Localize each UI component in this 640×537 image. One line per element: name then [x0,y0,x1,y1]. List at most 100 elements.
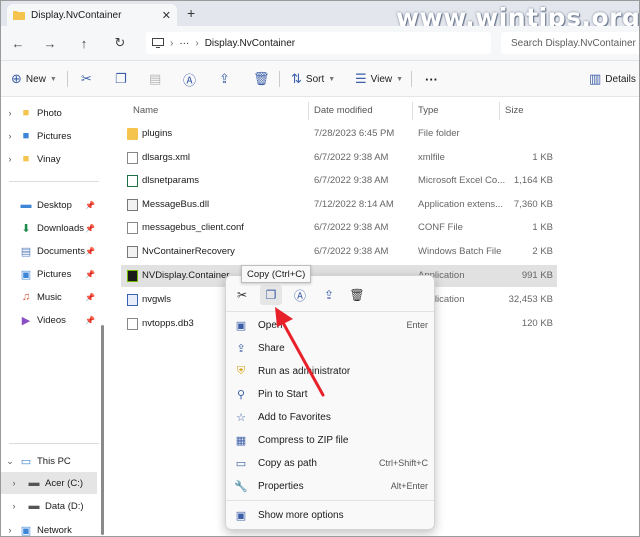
sidebar-item-photo[interactable]: › ■ Photo [1,102,105,124]
chevron-right-icon: › [12,478,16,488]
pictures-icon: ▣ [20,268,32,281]
star-icon: ☆ [236,411,246,424]
file-row[interactable]: plugins 7/28/2023 6:45 PM File folder [121,123,557,145]
sidebar-item-desktop[interactable]: ▬ Desktop 📌 [1,194,105,216]
forward-arrow-icon[interactable]: → [39,33,61,53]
sidebar-item-pictures-pinned[interactable]: ▣ Pictures 📌 [1,263,105,285]
tab-display-nvcontainer[interactable]: Display.NvContainer ✕ [7,4,177,26]
computer-icon: ▭ [20,455,32,468]
context-item-pin-to-start[interactable]: ⚲ Pin to Start [232,383,428,405]
divider [9,181,99,182]
column-header-size[interactable]: Size [505,105,523,116]
divider [9,443,99,444]
close-tab-icon[interactable]: ✕ [162,9,171,22]
column-divider[interactable] [499,102,500,120]
copy-button[interactable]: ❐ [115,69,131,89]
column-header-name[interactable]: Name [133,105,158,116]
pin-icon: 📌 [85,223,95,233]
chevron-right-icon: › [12,501,16,511]
sort-button[interactable]: ⇅ Sort ▼ [291,69,335,89]
copy-icon[interactable]: ❐ [260,285,282,305]
context-item-compress-zip[interactable]: ▦ Compress to ZIP file [232,429,428,451]
file-row[interactable]: NvContainerRecovery 6/7/2022 9:38 AM Win… [121,241,557,263]
new-tab-button[interactable]: + [187,5,195,21]
rename-button[interactable]: Ⓐ [183,69,200,89]
context-item-shortcut: Enter [406,320,428,330]
context-item-label: Properties [258,480,304,492]
sidebar-item-label: Data (D:) [45,500,84,512]
file-date: 6/7/2022 9:38 AM [314,175,389,186]
context-item-properties[interactable]: 🔧 Properties Alt+Enter [232,475,428,497]
view-button[interactable]: ☰ View ▼ [355,69,403,89]
chevron-down-icon: ⌄ [6,455,14,466]
sidebar-item-acer-c[interactable]: › ▬ Acer (C:) [1,472,97,494]
column-header-date[interactable]: Date modified [314,105,373,116]
trash-icon: 🗑 [253,71,270,86]
trash-icon[interactable]: 🗑 [346,285,368,305]
file-row[interactable]: messagebus_client.conf 6/7/2022 9:38 AM … [121,217,557,239]
file-size: 2 KB [532,246,553,257]
sidebar-item-vinay[interactable]: › ■ Vinay [1,148,105,170]
column-divider[interactable] [308,102,309,120]
file-name: NvContainerRecovery [142,246,235,257]
context-item-label: Pin to Start [258,388,308,400]
file-size: 1 KB [532,152,553,163]
file-type: Windows Batch File [418,246,502,257]
address-box[interactable]: › ··· › Display.NvContainer [146,32,491,54]
new-button[interactable]: ⊕ New ▼ [11,69,57,89]
share-button[interactable]: ⇪ [219,69,234,89]
file-row[interactable]: MessageBus.dll 7/12/2022 8:14 AM Applica… [121,194,557,216]
sort-icon: ⇅ [291,71,302,86]
share-icon[interactable]: ⇪ [318,285,340,305]
address-path[interactable]: Display.NvContainer [205,38,295,49]
sidebar-item-music[interactable]: ♫ Music 📌 [1,286,105,308]
context-item-label: Add to Favorites [258,411,331,423]
file-row[interactable]: dlsnetparams 6/7/2022 9:38 AM Microsoft … [121,170,557,192]
file-date: 7/28/2023 6:45 PM [314,128,395,139]
pin-icon: 📌 [85,269,95,279]
search-placeholder: Search Display.NvContainer [511,37,636,49]
sidebar-item-data-d[interactable]: › ▬ Data (D:) [1,495,105,517]
context-item-add-to-favorites[interactable]: ☆ Add to Favorites [232,406,428,428]
column-divider[interactable] [412,102,413,120]
cut-button[interactable]: ✂ [81,69,96,89]
delete-button[interactable]: 🗑 [253,69,274,89]
file-row[interactable]: dlsargs.xml 6/7/2022 9:38 AM xmlfile 1 K… [121,147,557,169]
sidebar-item-label: Photo [37,107,62,119]
search-input[interactable]: Search Display.NvContainer [501,32,639,54]
share-icon: ⇪ [219,71,230,86]
sidebar-item-label: This PC [37,455,71,467]
context-item-open[interactable]: ▣ Open Enter [232,314,428,336]
sidebar-item-pictures[interactable]: › ■ Pictures [1,125,105,147]
sidebar-item-network[interactable]: › ▣ Network [1,519,105,537]
sidebar-item-documents[interactable]: ▤ Documents 📌 [1,240,105,262]
more-options-button[interactable]: ··· [425,69,438,89]
rename-icon[interactable]: Ⓐ [289,285,311,305]
context-item-run-as-administrator[interactable]: ⛨ Run as administrator [232,360,428,382]
drive-icon: ▬ [28,477,40,489]
details-button[interactable]: ▥ Details [589,69,636,89]
context-item-copy-as-path[interactable]: ▭ Copy as path Ctrl+Shift+C [232,452,428,474]
context-item-label: Run as administrator [258,365,351,377]
back-arrow-icon[interactable]: ← [7,33,29,53]
title-bar: Display.NvContainer ✕ + www.wintips.org [1,1,639,32]
context-item-show-more-options[interactable]: ▣ Show more options [232,504,428,526]
refresh-icon[interactable]: ↻ [109,33,131,53]
file-name: messagebus_client.conf [142,222,244,233]
copy-icon: ❐ [115,71,127,86]
file-size: 7,360 KB [513,199,553,210]
chevron-right-icon: › [8,154,12,164]
cut-icon[interactable]: ✂ [231,285,253,305]
zip-icon: ▦ [235,434,247,447]
paste-button[interactable]: ▤ [149,69,165,89]
sidebar-item-downloads[interactable]: ⬇ Downloads 📌 [1,217,105,239]
sidebar-item-this-pc[interactable]: ⌄ ▭ This PC [1,450,105,472]
address-more[interactable]: ··· [179,38,189,49]
desktop-icon: ▬ [20,199,32,211]
context-item-share[interactable]: ⇪ Share [232,337,428,359]
copy-tooltip: Copy (Ctrl+C) [241,265,312,283]
column-header-type[interactable]: Type [418,105,439,116]
sidebar-item-videos[interactable]: ▶ Videos 📌 [1,309,105,331]
up-arrow-icon[interactable]: ↑ [73,33,95,53]
file-size: 1 KB [532,222,553,233]
